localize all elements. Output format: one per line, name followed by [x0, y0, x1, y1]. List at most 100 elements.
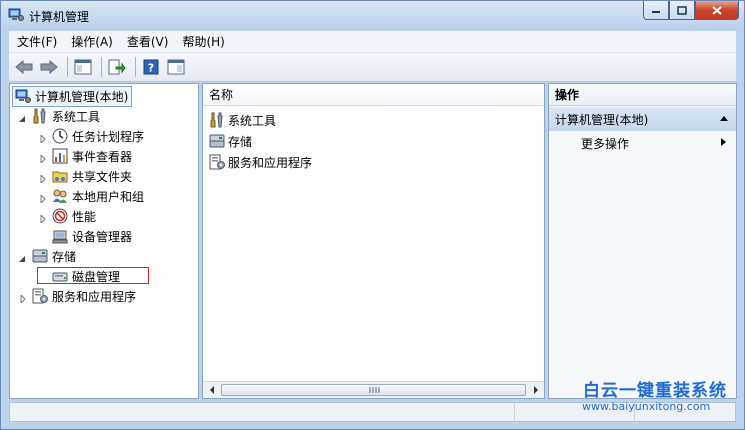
tree-item-root-selection: 计算机管理(本地)	[12, 85, 133, 107]
tree-item-device-manager[interactable]: 设备管理器	[52, 226, 132, 246]
list-item[interactable]: 系统工具	[209, 110, 276, 130]
expanded-chevron-icon[interactable]	[18, 252, 26, 262]
close-icon	[712, 5, 722, 15]
list-item-label: 存储	[228, 134, 253, 149]
more-actions-item[interactable]: 更多操作	[581, 135, 629, 152]
actions-pane: 操作 计算机管理(本地) 更多操作	[548, 83, 737, 399]
minimize-button[interactable]	[643, 1, 669, 20]
collapsed-chevron-icon[interactable]	[39, 172, 47, 185]
expanded-chevron-icon[interactable]	[18, 112, 26, 122]
actions-header-label: 操作	[555, 88, 580, 102]
export-list-icon	[108, 59, 126, 75]
tree-item-performance[interactable]: 性能	[52, 206, 96, 226]
list-item[interactable]: 服务和应用程序	[209, 152, 312, 172]
tree-item-system-tools[interactable]: 系统工具	[32, 106, 100, 126]
users-icon	[52, 188, 68, 204]
menu-view[interactable]: 查看(V)	[127, 33, 169, 50]
services-icon	[209, 154, 225, 170]
tree-item-services-apps[interactable]: 服务和应用程序	[32, 286, 136, 306]
menu-help[interactable]: 帮助(H)	[182, 33, 224, 50]
action-pane-button[interactable]	[165, 56, 187, 78]
column-header-name[interactable]: 名称	[203, 84, 544, 106]
computer-management-window: 计算机管理 文件(F) 操作(A) 查看(V) 帮助(H) ? 计算机管理(本地…	[0, 0, 745, 430]
back-arrow-icon	[15, 60, 33, 74]
window-controls	[643, 1, 739, 21]
storage-icon	[209, 133, 225, 149]
scroll-left-button[interactable]	[203, 382, 220, 398]
list-item[interactable]: 存储	[209, 131, 252, 151]
grip-icon	[369, 387, 379, 393]
action-group-computer-management[interactable]: 计算机管理(本地)	[549, 107, 736, 131]
tree-label: 性能	[72, 209, 97, 224]
maximize-icon	[677, 5, 687, 15]
status-cell	[10, 403, 515, 421]
watermark: 白云一键重装系统 www.baiyunxitong.com	[548, 376, 743, 416]
tree-item-local-users[interactable]: 本地用户和组	[52, 186, 144, 206]
minimize-icon	[652, 11, 660, 13]
action-pane-icon	[167, 59, 185, 75]
actions-header: 操作	[549, 84, 736, 106]
tree-label: 磁盘管理	[72, 269, 121, 284]
storage-icon	[32, 248, 48, 264]
watermark-url: www.baiyunxitong.com	[582, 400, 711, 413]
forward-button[interactable]	[38, 56, 60, 78]
submenu-arrow-icon[interactable]	[721, 138, 726, 146]
window-title: 计算机管理	[29, 10, 90, 24]
collapsed-chevron-icon[interactable]	[19, 292, 27, 305]
tree-item-event-viewer[interactable]: 事件查看器	[52, 146, 132, 166]
tree-item-disk-management[interactable]: 磁盘管理	[52, 266, 120, 286]
collapsed-chevron-icon[interactable]	[39, 152, 47, 165]
list-item-label: 系统工具	[228, 113, 277, 128]
disk-management-icon	[52, 268, 68, 284]
help-icon: ?	[143, 59, 159, 75]
tree-label: 设备管理器	[72, 229, 133, 244]
computer-management-icon	[8, 8, 24, 22]
device-manager-icon	[52, 228, 68, 244]
show-hide-tree-icon	[74, 59, 92, 75]
tree-label: 任务计划程序	[72, 129, 145, 144]
tree-label: 存储	[52, 249, 77, 264]
maximize-button[interactable]	[669, 1, 695, 20]
scroll-left-icon	[209, 386, 214, 394]
column-header-label: 名称	[209, 88, 234, 102]
services-icon	[32, 288, 48, 304]
tree-label: 计算机管理(本地)	[35, 89, 129, 104]
tools-icon	[32, 108, 48, 124]
collapse-up-icon[interactable]	[720, 116, 728, 121]
export-list-button[interactable]	[106, 56, 128, 78]
horizontal-scrollbar[interactable]	[203, 381, 544, 398]
menu-action[interactable]: 操作(A)	[71, 33, 113, 50]
tree-label: 事件查看器	[72, 149, 133, 164]
tree-item-task-scheduler[interactable]: 任务计划程序	[52, 126, 144, 146]
close-button[interactable]	[695, 1, 739, 20]
collapsed-chevron-icon[interactable]	[39, 132, 47, 145]
watermark-title: 白云一键重装系统	[583, 381, 727, 401]
tree-item-shared-folders[interactable]: 共享文件夹	[52, 166, 132, 186]
toolbar: ?	[9, 53, 736, 82]
scroll-right-button[interactable]	[527, 382, 544, 398]
title-bar[interactable]: 计算机管理	[1, 1, 744, 31]
help-button[interactable]: ?	[140, 56, 162, 78]
toolbar-separator	[67, 57, 68, 77]
tools-icon	[209, 112, 225, 128]
tree-item-root[interactable]: 计算机管理(本地)	[12, 85, 133, 107]
shared-folder-icon	[52, 168, 68, 184]
toolbar-separator	[101, 57, 102, 77]
performance-icon	[52, 208, 68, 224]
collapsed-chevron-icon[interactable]	[39, 192, 47, 205]
show-hide-tree-button[interactable]	[72, 56, 94, 78]
navigation-tree: 计算机管理(本地) 系统工具 任务计划程序 事件查看器 共享文件夹 本地用户和组…	[9, 83, 199, 399]
collapsed-chevron-icon[interactable]	[39, 212, 47, 225]
back-button[interactable]	[13, 56, 35, 78]
tree-label: 共享文件夹	[72, 169, 133, 184]
svg-text:?: ?	[148, 62, 154, 75]
tree-label: 服务和应用程序	[52, 289, 137, 304]
clock-icon	[52, 128, 68, 144]
tree-item-storage[interactable]: 存储	[32, 246, 76, 266]
scrollbar-thumb[interactable]	[221, 384, 526, 396]
menu-bar: 文件(F) 操作(A) 查看(V) 帮助(H)	[9, 31, 736, 53]
menu-file[interactable]: 文件(F)	[17, 33, 57, 50]
tree-label: 系统工具	[52, 109, 101, 124]
action-group-label: 计算机管理(本地)	[555, 112, 649, 127]
content-list: 名称 系统工具 存储 服务和应用程序	[202, 83, 545, 399]
